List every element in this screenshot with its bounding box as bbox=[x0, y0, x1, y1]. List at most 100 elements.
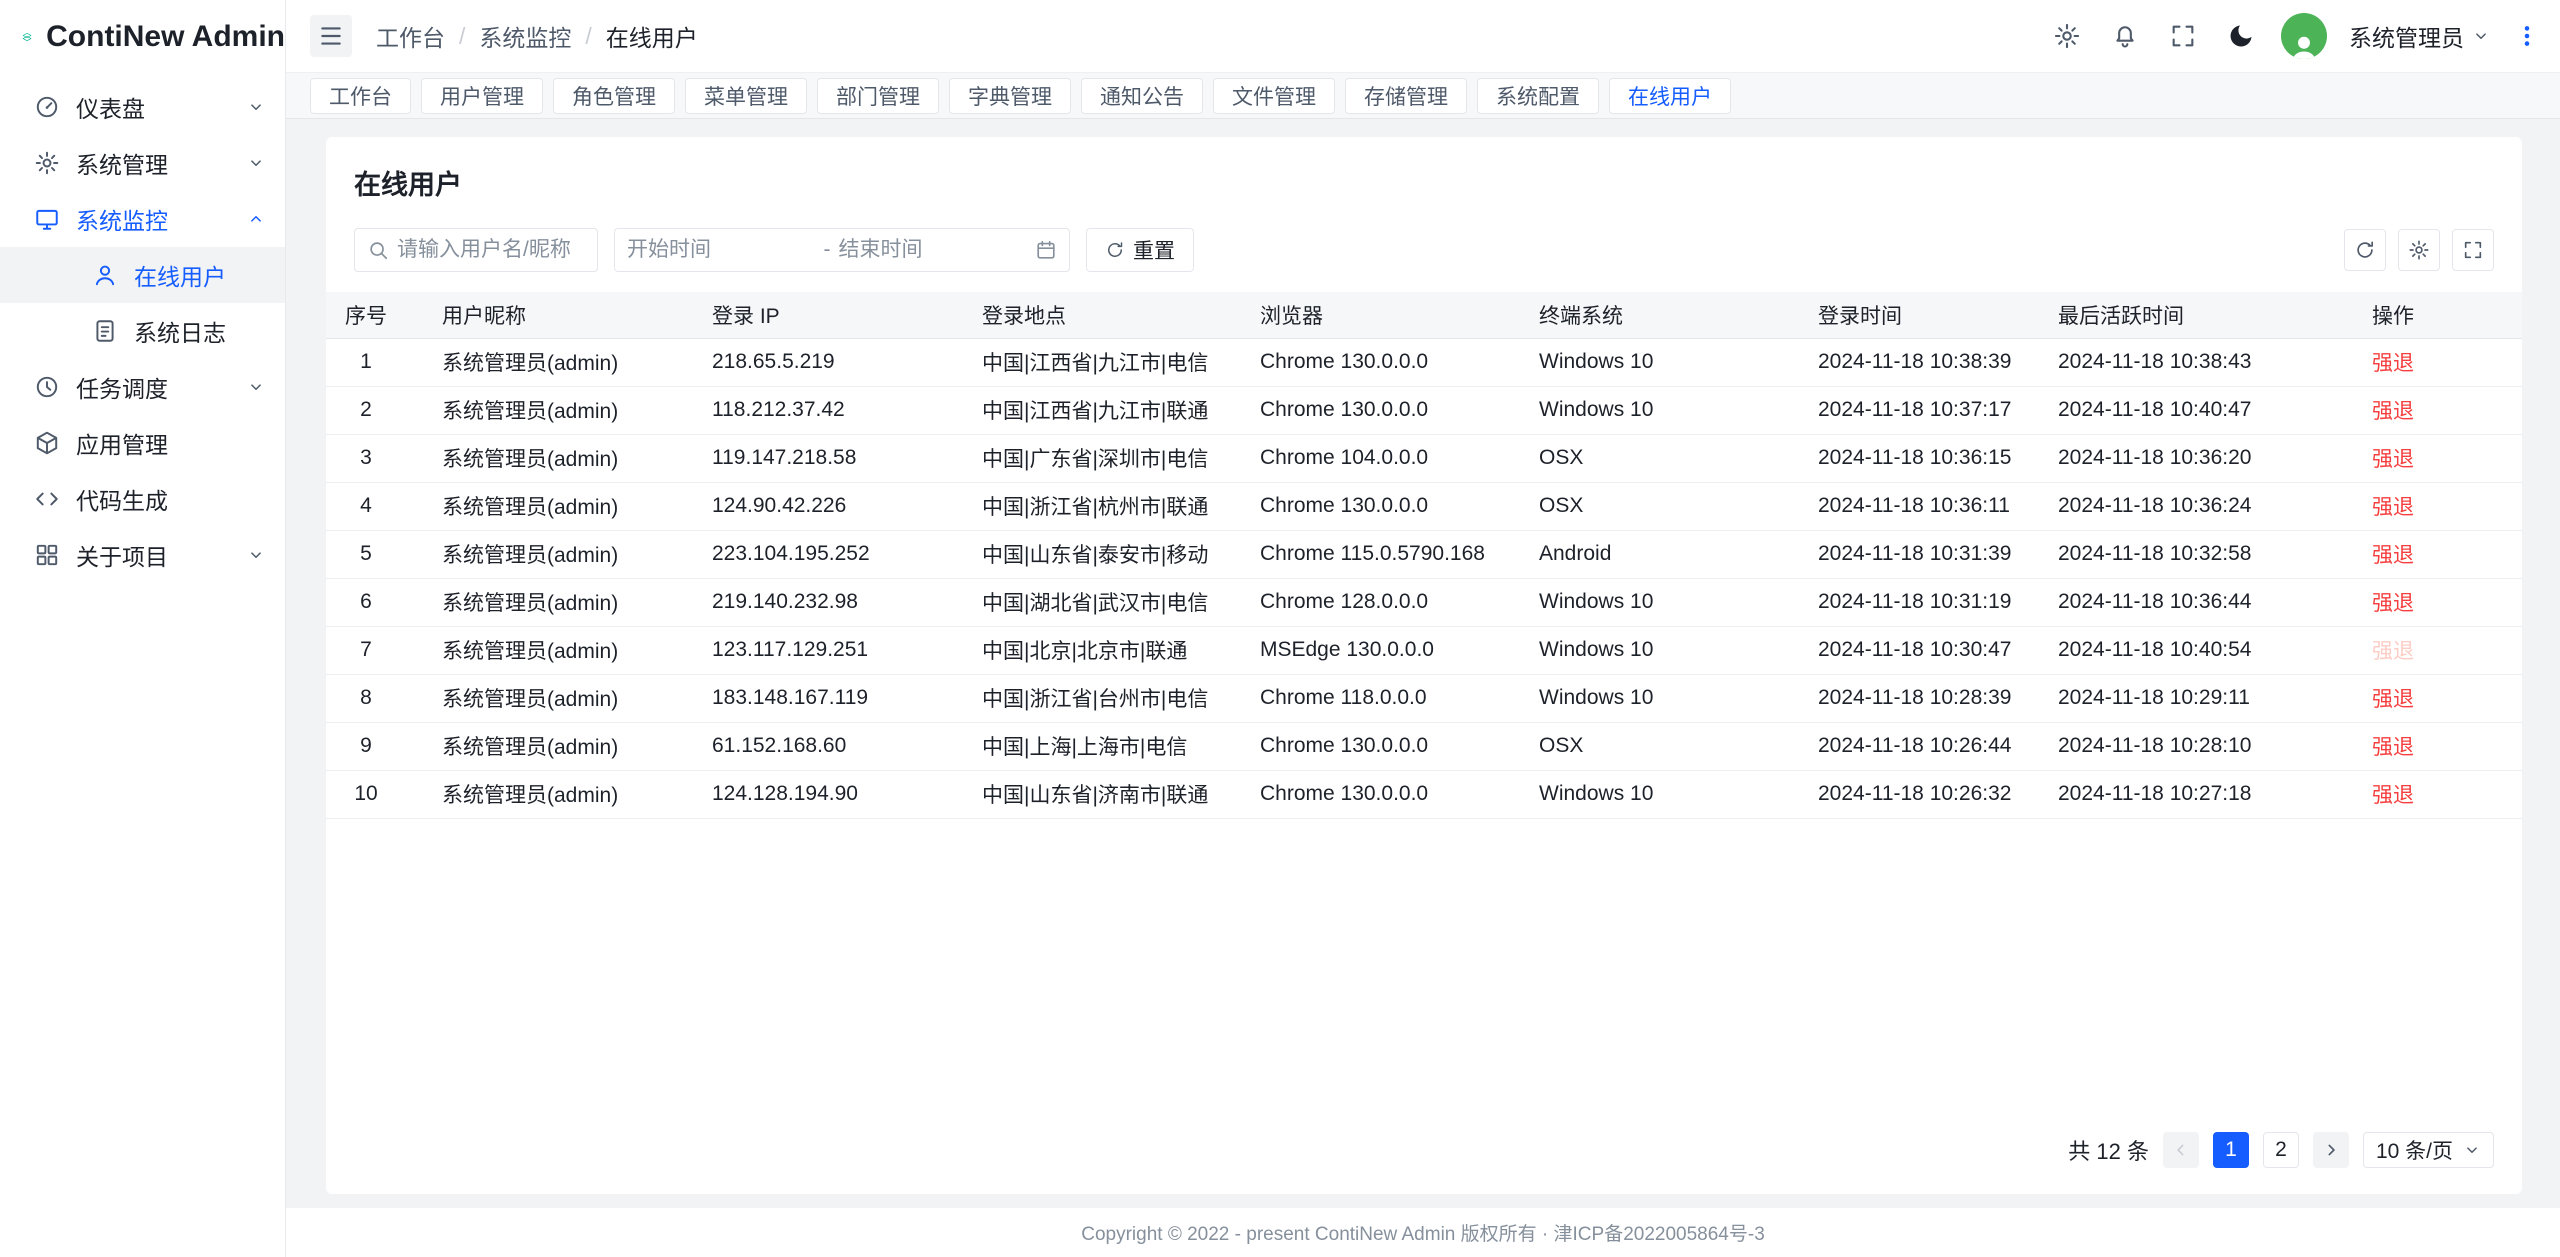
cell-os: OSX bbox=[1513, 434, 1792, 482]
header-actions: 系统管理员 bbox=[2049, 13, 2542, 59]
bell-icon bbox=[2111, 22, 2139, 50]
header: 工作台 / 系统监控 / 在线用户 系统管理员 bbox=[286, 0, 2560, 73]
breadcrumb-item[interactable]: 系统监控 bbox=[479, 19, 571, 53]
page-size-value: 10 条/页 bbox=[2376, 1135, 2453, 1165]
settings-button[interactable] bbox=[2049, 18, 2085, 54]
force-logout-link[interactable]: 强退 bbox=[2372, 592, 2414, 615]
force-logout-link[interactable]: 强退 bbox=[2372, 496, 2414, 519]
cell-os: Windows 10 bbox=[1513, 578, 1792, 626]
table-row: 2系统管理员(admin)118.212.37.42中国|江西省|九江市|联通C… bbox=[326, 386, 2522, 434]
force-logout-link[interactable]: 强退 bbox=[2372, 400, 2414, 423]
cell-os: Windows 10 bbox=[1513, 626, 1792, 674]
sidebar-item-about-project[interactable]: 关于项目 bbox=[0, 527, 285, 583]
fullscreen-button[interactable] bbox=[2165, 18, 2201, 54]
dark-mode-button[interactable] bbox=[2223, 18, 2259, 54]
cell-action: 强退 bbox=[2346, 482, 2522, 530]
force-logout-link[interactable]: 强退 bbox=[2372, 736, 2414, 759]
chevron-down-icon bbox=[2472, 27, 2490, 45]
sidebar: ContiNew Admin 仪表盘 系统管理 系统监控 在线用户 bbox=[0, 0, 286, 1257]
sidebar-item-system-log[interactable]: 系统日志 bbox=[0, 303, 285, 359]
table-toolbar bbox=[2344, 229, 2494, 271]
force-logout-link[interactable]: 强退 bbox=[2372, 784, 2414, 807]
tab-存储管理[interactable]: 存储管理 bbox=[1345, 78, 1467, 114]
cell-login_time: 2024-11-18 10:38:39 bbox=[1792, 338, 2032, 386]
cell-location: 中国|浙江省|杭州市|联通 bbox=[956, 482, 1234, 530]
sidebar-item-system-management[interactable]: 系统管理 bbox=[0, 135, 285, 191]
code-icon bbox=[34, 486, 60, 512]
force-logout-link[interactable]: 强退 bbox=[2372, 688, 2414, 711]
reset-button[interactable]: 重置 bbox=[1086, 228, 1194, 272]
search-input[interactable] bbox=[397, 238, 585, 262]
cell-location: 中国|北京|北京市|联通 bbox=[956, 626, 1234, 674]
cell-ip: 223.104.195.252 bbox=[686, 530, 956, 578]
logo-text: ContiNew Admin bbox=[46, 20, 285, 54]
collapse-sidebar-button[interactable] bbox=[310, 15, 352, 57]
next-page-button[interactable] bbox=[2313, 1132, 2349, 1168]
cell-login_time: 2024-11-18 10:36:11 bbox=[1792, 482, 2032, 530]
gear-icon bbox=[2053, 22, 2081, 50]
tab-文件管理[interactable]: 文件管理 bbox=[1213, 78, 1335, 114]
sidebar-item-dashboard[interactable]: 仪表盘 bbox=[0, 79, 285, 135]
column-header: 终端系统 bbox=[1513, 292, 1792, 338]
sidebar-item-system-monitor[interactable]: 系统监控 bbox=[0, 191, 285, 247]
sidebar-item-online-user[interactable]: 在线用户 bbox=[0, 247, 285, 303]
cell-last_active: 2024-11-18 10:32:58 bbox=[2032, 530, 2346, 578]
breadcrumb-item[interactable]: 工作台 bbox=[376, 19, 445, 53]
tab-角色管理[interactable]: 角色管理 bbox=[553, 78, 675, 114]
page-size-select[interactable]: 10 条/页 bbox=[2363, 1132, 2494, 1168]
page-button-1[interactable]: 1 bbox=[2213, 1132, 2249, 1168]
notifications-button[interactable] bbox=[2107, 18, 2143, 54]
cell-nickname: 系统管理员(admin) bbox=[416, 386, 686, 434]
tab-工作台[interactable]: 工作台 bbox=[310, 78, 411, 114]
tab-字典管理[interactable]: 字典管理 bbox=[949, 78, 1071, 114]
force-logout-link[interactable]: 强退 bbox=[2372, 448, 2414, 471]
cell-browser: Chrome 115.0.5790.168 bbox=[1234, 530, 1513, 578]
tab-系统配置[interactable]: 系统配置 bbox=[1477, 78, 1599, 114]
cell-no: 7 bbox=[326, 626, 416, 674]
sidebar-item-label: 系统管理 bbox=[76, 146, 231, 180]
sidebar-item-label: 关于项目 bbox=[76, 538, 231, 572]
chevron-down-icon bbox=[2463, 1141, 2481, 1159]
cell-os: Windows 10 bbox=[1513, 338, 1792, 386]
force-logout-link[interactable]: 强退 bbox=[2372, 352, 2414, 375]
cell-action: 强退 bbox=[2346, 530, 2522, 578]
cell-browser: Chrome 130.0.0.0 bbox=[1234, 722, 1513, 770]
date-start-input[interactable] bbox=[627, 238, 816, 262]
tab-部门管理[interactable]: 部门管理 bbox=[817, 78, 939, 114]
date-end-input[interactable] bbox=[839, 238, 1028, 262]
sidebar-item-label: 任务调度 bbox=[76, 370, 231, 404]
column-settings-button[interactable] bbox=[2398, 229, 2440, 271]
page-button-2[interactable]: 2 bbox=[2263, 1132, 2299, 1168]
sidebar-item-app-management[interactable]: 应用管理 bbox=[0, 415, 285, 471]
cell-last_active: 2024-11-18 10:28:10 bbox=[2032, 722, 2346, 770]
cell-action: 强退 bbox=[2346, 338, 2522, 386]
date-range-picker[interactable]: - bbox=[614, 228, 1070, 272]
tab-用户管理[interactable]: 用户管理 bbox=[421, 78, 543, 114]
column-header: 最后活跃时间 bbox=[2032, 292, 2346, 338]
sidebar-item-code-generation[interactable]: 代码生成 bbox=[0, 471, 285, 527]
tab-在线用户[interactable]: 在线用户 bbox=[1609, 78, 1731, 114]
breadcrumb-separator: / bbox=[459, 23, 465, 50]
avatar[interactable] bbox=[2281, 13, 2327, 59]
cell-login_time: 2024-11-18 10:36:15 bbox=[1792, 434, 2032, 482]
sidebar-item-task-schedule[interactable]: 任务调度 bbox=[0, 359, 285, 415]
page-title: 在线用户 bbox=[354, 163, 2494, 202]
cell-last_active: 2024-11-18 10:40:54 bbox=[2032, 626, 2346, 674]
cell-nickname: 系统管理员(admin) bbox=[416, 338, 686, 386]
force-logout-link[interactable]: 强退 bbox=[2372, 544, 2414, 567]
cell-nickname: 系统管理员(admin) bbox=[416, 482, 686, 530]
breadcrumb-separator: / bbox=[585, 23, 591, 50]
gear-icon bbox=[2408, 239, 2430, 261]
logo[interactable]: ContiNew Admin bbox=[0, 0, 285, 73]
user-icon bbox=[92, 262, 118, 288]
cell-action: 强退 bbox=[2346, 770, 2522, 818]
prev-page-button[interactable] bbox=[2163, 1132, 2199, 1168]
refresh-table-button[interactable] bbox=[2344, 229, 2386, 271]
column-header: 登录时间 bbox=[1792, 292, 2032, 338]
tab-通知公告[interactable]: 通知公告 bbox=[1081, 78, 1203, 114]
table-fullscreen-button[interactable] bbox=[2452, 229, 2494, 271]
user-menu[interactable]: 系统管理员 bbox=[2349, 19, 2490, 53]
more-button[interactable] bbox=[2512, 18, 2542, 54]
cell-location: 中国|山东省|济南市|联通 bbox=[956, 770, 1234, 818]
tab-菜单管理[interactable]: 菜单管理 bbox=[685, 78, 807, 114]
